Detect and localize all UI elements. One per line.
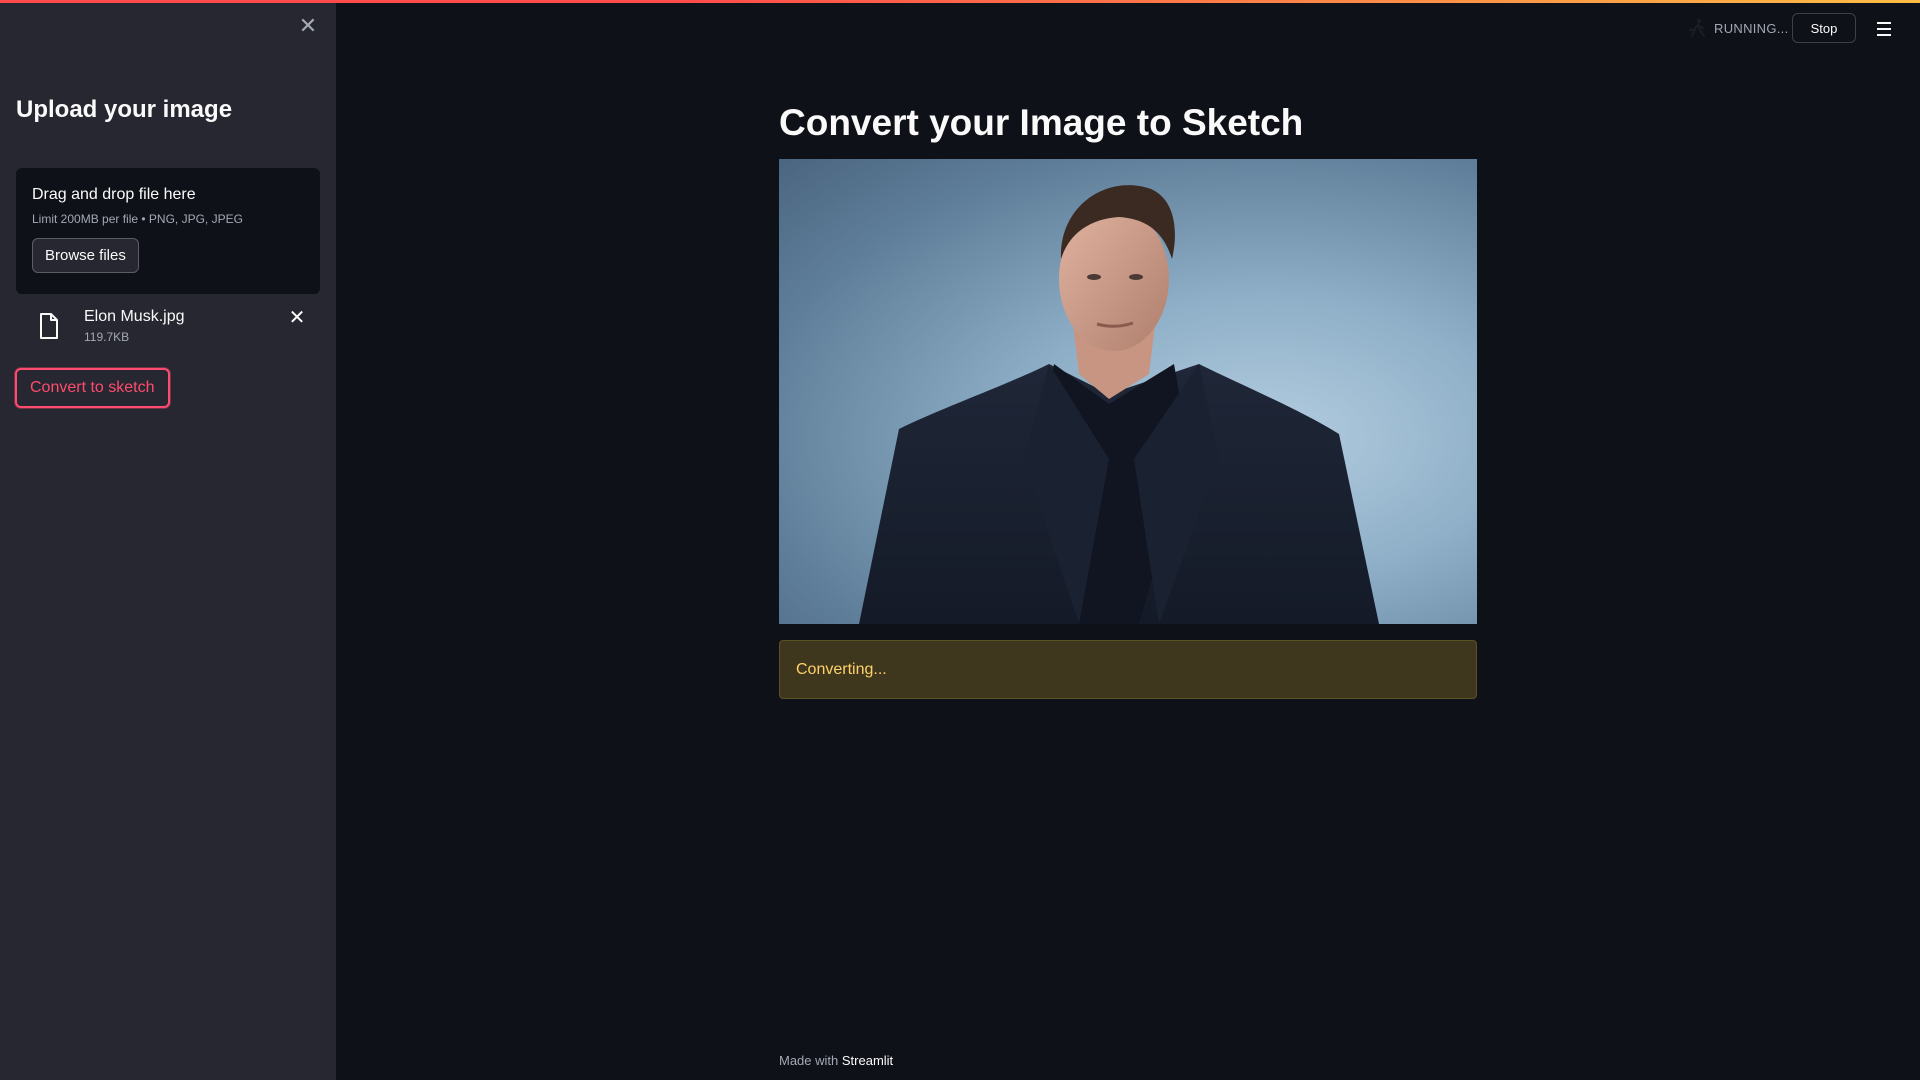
browse-files-button[interactable]: Browse files bbox=[32, 238, 139, 273]
file-icon bbox=[40, 313, 58, 339]
streamlit-link[interactable]: Streamlit bbox=[842, 1053, 893, 1068]
footer: Made with Streamlit bbox=[779, 1053, 893, 1068]
running-status-text: RUNNING... bbox=[1714, 20, 1789, 36]
dropzone-instruction: Drag and drop file here bbox=[32, 186, 196, 203]
portrait-illustration bbox=[859, 185, 1379, 624]
file-size: 119.7KB bbox=[84, 330, 130, 344]
sidebar-close-icon[interactable]: ✕ bbox=[296, 13, 320, 38]
running-man-icon bbox=[1689, 19, 1705, 37]
remove-file-icon[interactable]: ✕ bbox=[286, 306, 308, 329]
converting-alert: Converting... bbox=[779, 640, 1477, 699]
stop-button[interactable]: Stop bbox=[1792, 13, 1856, 43]
uploaded-image bbox=[779, 159, 1477, 624]
footer-prefix: Made with bbox=[779, 1053, 839, 1068]
sidebar: ✕ Upload your image Drag and drop file h… bbox=[0, 0, 336, 1080]
hamburger-menu-icon[interactable] bbox=[1872, 18, 1896, 40]
running-status: RUNNING... bbox=[1688, 18, 1789, 38]
file-dropzone[interactable]: Drag and drop file here Limit 200MB per … bbox=[16, 168, 320, 294]
dropzone-limit-text: Limit 200MB per file • PNG, JPG, JPEG bbox=[32, 212, 243, 226]
sidebar-title: Upload your image bbox=[16, 96, 233, 123]
convert-to-sketch-button[interactable]: Convert to sketch bbox=[15, 368, 170, 408]
uploaded-file-item: Elon Musk.jpg 119.7KB ✕ bbox=[16, 306, 320, 350]
page-title: Convert your Image to Sketch bbox=[779, 102, 1304, 143]
header-decoration bbox=[0, 0, 1920, 3]
alert-text: Converting... bbox=[796, 660, 887, 678]
file-name: Elon Musk.jpg bbox=[84, 308, 185, 325]
